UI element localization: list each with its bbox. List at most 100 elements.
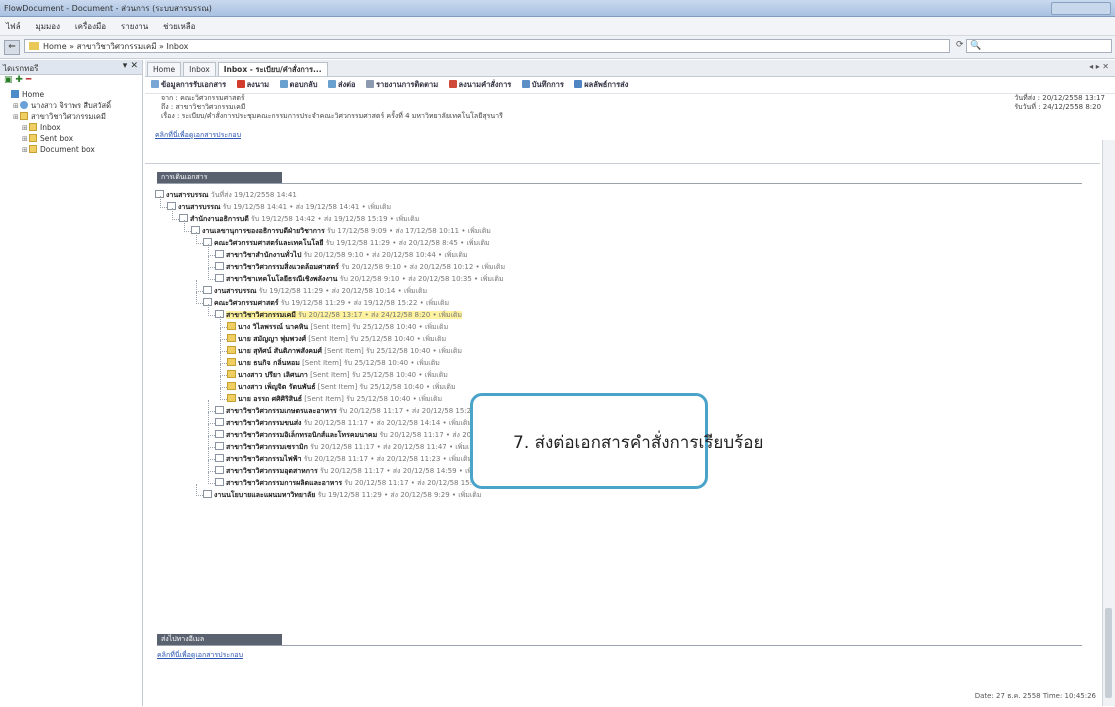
document-icon: [203, 490, 212, 498]
routing-meta: รับ 19/12/58 14:41 • ส่ง 19/12/58 14:41 …: [220, 203, 392, 211]
routing-meta: รับ 17/12/58 9:09 • ส่ง 17/12/58 10:11 •…: [324, 227, 491, 235]
status-date: Date: 27 ธ.ค. 2558 Time: 10:45:26: [974, 692, 1096, 700]
menu-view[interactable]: มุมมอง: [35, 20, 60, 33]
refresh-icon[interactable]: ⟳: [956, 40, 964, 50]
tab-inbox-document[interactable]: Inbox - ระเบียบ/คำสั่งการ...: [217, 62, 328, 76]
routing-row[interactable]: คณะวิศวกรรมศาสตร์ รับ 19/12/58 11:29 • ส…: [203, 298, 449, 309]
expand-icon[interactable]: ▣: [4, 75, 13, 85]
sidebar-item[interactable]: Home: [0, 89, 142, 100]
routing-row[interactable]: นาย สมัญญา พุ่มพวงศ์ [Sent Item] รับ 25/…: [227, 334, 446, 345]
tab-home[interactable]: Home: [147, 62, 182, 76]
sidebar-item[interactable]: ⊞ Sent box: [0, 133, 142, 144]
sidebar-item[interactable]: ⊞ Inbox: [0, 122, 142, 133]
routing-row[interactable]: สาขาวิชาวิศวกรรมอุตสาหการ รับ 20/12/58 1…: [215, 466, 488, 477]
routing-row[interactable]: สาขาวิชาวิศวกรรมขนส่ง รับ 20/12/58 11:17…: [215, 418, 472, 429]
menu-tools[interactable]: เครื่องมือ: [75, 20, 106, 33]
sidebar-item[interactable]: ⊞ Document box: [0, 144, 142, 155]
routing-row[interactable]: งานสารบรรณ รับ 19/12/58 14:41 • ส่ง 19/1…: [167, 202, 391, 213]
date-info: วันที่ส่ง : 20/12/2558 13:17 รับวันที่ :…: [1014, 94, 1105, 112]
routing-recipient: นางสาว ปรียา เลิศนภา: [238, 371, 308, 379]
routing-row[interactable]: สาขาวิชาวิศวกรรมสิ่งแวดล้อมศาสตร์ รับ 20…: [215, 262, 505, 273]
routing-row[interactable]: สาขาวิชาวิศวกรรมการผลิตและอาหาร รับ 20/1…: [215, 478, 513, 489]
routing-row[interactable]: คณะวิศวกรรมศาสตร์และเทคโนโลยี รับ 19/12/…: [203, 238, 490, 249]
tab-nav-icon[interactable]: ◂ ▸ ✕: [1089, 62, 1109, 71]
sidebar-tools: ▣ ✚ ━: [0, 75, 142, 89]
attachment-link[interactable]: คลิกที่นี่เพื่อดูเอกสารประกอบ: [145, 130, 1115, 140]
sidebar-item-label: Sent box: [40, 134, 74, 143]
tree-connector: [208, 460, 215, 472]
routing-recipient: คณะวิศวกรรมศาสตร์: [214, 299, 279, 307]
routing-meta: รับ 20/12/58 11:17 • ส่ง 20/12/58 14:59 …: [317, 467, 489, 475]
tree-connector: [184, 220, 191, 232]
menu-help[interactable]: ช่วยเหลือ: [163, 20, 195, 33]
back-button[interactable]: ⇐: [4, 40, 20, 55]
routing-row[interactable]: นางสาว เพ็ญจิต รัตนพันธ์ [Sent Item] รับ…: [227, 382, 456, 393]
expand-toggle-icon[interactable]: ⊞: [13, 112, 20, 123]
routing-recipient: สำนักงานอธิการบดี: [190, 215, 249, 223]
add-icon[interactable]: ✚: [15, 75, 23, 85]
routing-row[interactable]: นาย สุทัศน์ สันติภาพสังคมศ์ [Sent Item] …: [227, 346, 462, 357]
remove-icon[interactable]: ━: [26, 75, 31, 85]
routing-row[interactable]: งานเลขานุการของอธิการบดีฝ่ายวิชาการ รับ …: [191, 226, 491, 237]
routing-recipient: สาขาวิชาวิศวกรรมสิ่งแวดล้อมศาสตร์: [226, 263, 339, 271]
sidebar-close-icon[interactable]: ▾ ✕: [123, 61, 138, 71]
menu-file[interactable]: ไฟล์: [6, 20, 21, 33]
toolbar-record[interactable]: บันทึกการ: [521, 80, 564, 89]
routing-recipient: สาขาวิชาวิศวกรรมเกษตรและอาหาร: [226, 407, 337, 415]
routing-meta: รับ 20/12/58 11:17 • ส่ง 20/12/58 14:14 …: [301, 419, 473, 427]
sidebar-item[interactable]: ⊞ นางสาว จิราพร สืบสวัสดิ์: [0, 100, 142, 111]
routing-meta: รับ 20/12/58 13:17 • ส่ง 24/12/58 8:20 •…: [295, 311, 463, 319]
routing-row[interactable]: สาขาวิชาวิศวกรรมไฟฟ้า รับ 20/12/58 11:17…: [215, 454, 472, 465]
tab-inbox[interactable]: Inbox: [183, 62, 216, 76]
routing-recipient: งานสารบรรณ: [214, 287, 257, 295]
routing-row[interactable]: สาขาวิชาวิศวกรรมเซรามิก รับ 20/12/58 11:…: [215, 442, 478, 453]
vertical-scrollbar[interactable]: [1102, 140, 1115, 706]
sidebar-tree: Home ⊞ นางสาว จิราพร สืบสวัสดิ์ ⊞ สาขาวิชาวิ…: [0, 89, 142, 155]
tree-connector: [208, 424, 215, 436]
routing-row[interactable]: งานนโยบายและแผนมหาวิทยาลัย รับ 19/12/58 …: [203, 490, 481, 501]
toolbar-tracking-report[interactable]: รายงานการติดตาม: [365, 80, 438, 89]
routing-meta: รับ 19/12/58 11:29 • ส่ง 19/12/58 15:22 …: [278, 299, 450, 307]
toolbar-sign[interactable]: ลงนาม: [236, 80, 269, 89]
document-icon: [203, 286, 212, 294]
routing-meta: [Sent Item] รับ 25/12/58 10:40 • เพิ่มเต…: [306, 335, 447, 343]
tree-connector: [208, 244, 215, 256]
toolbar-reply[interactable]: ตอบกลับ: [279, 80, 318, 89]
from-line: จาก : คณะวิศวกรรมศาสตร์: [161, 94, 245, 102]
tree-connector: [208, 304, 215, 316]
menu-report[interactable]: รายงาน: [121, 20, 148, 33]
routing-recipient: นาย สมัญญา พุ่มพวงศ์: [238, 335, 307, 343]
toolbar-sign-order[interactable]: ลงนามคำสั่งการ: [448, 80, 511, 89]
toolbar-send-result[interactable]: ผลลัพธ์การส่ง: [574, 80, 628, 89]
home-icon: [11, 90, 19, 98]
routing-meta: [Sent Item] รับ 25/12/58 10:40 • เพิ่มเต…: [308, 323, 449, 331]
search-input[interactable]: 🔍: [966, 39, 1112, 53]
routing-meta: รับ 19/12/58 11:29 • ส่ง 20/12/58 9:29 •…: [315, 491, 482, 499]
routing-row[interactable]: สาขาวิชาวิศวกรรมเกษตรและอาหาร รับ 20/12/…: [215, 406, 507, 417]
toolbar-receive-info[interactable]: ข้อมูลการรับเอกสาร: [151, 80, 226, 89]
tree-connector: [208, 448, 215, 460]
routing-row[interactable]: งานสารบรรณ วันที่ส่ง 19/12/2558 14:41: [155, 190, 297, 201]
routing-recipient: สาขาวิชาวิศวกรรมการผลิตและอาหาร: [226, 479, 343, 487]
routing-row[interactable]: นางสาว ปรียา เลิศนภา [Sent Item] รับ 25/…: [227, 370, 448, 381]
toolbar-forward[interactable]: ส่งต่อ: [327, 80, 356, 89]
routing-row[interactable]: สาขาวิชาวิศวกรรมเคมี รับ 20/12/58 13:17 …: [215, 310, 463, 321]
address-field[interactable]: Home » สาขาวิชาวิศวกรรมเคมี » Inbox: [24, 39, 950, 53]
sidebar-item[interactable]: ⊞ สาขาวิชาวิศวกรรมเคมี: [0, 111, 142, 122]
expand-toggle-icon[interactable]: ⊞: [22, 145, 29, 156]
window-controls[interactable]: [1051, 2, 1111, 15]
routing-row[interactable]: งานสารบรรณ รับ 19/12/58 11:29 • ส่ง 20/1…: [203, 286, 427, 297]
status-bar: Date: 27 ธ.ค. 2558 Time: 10:45:26: [145, 689, 1100, 705]
tree-connector: [220, 376, 227, 388]
scrollbar-thumb[interactable]: [1105, 608, 1112, 698]
routing-row[interactable]: สำนักงานอธิการบดี รับ 19/12/58 14:42 • ส…: [179, 214, 419, 225]
routing-row[interactable]: สาขาวิชาสำนักงานทั่วไป รับ 20/12/58 9:10…: [215, 250, 468, 261]
routing-row[interactable]: สาขาวิชาเทคโนโลยีธรณีเชิงพลังงาน รับ 20/…: [215, 274, 504, 285]
routing-meta: [Sent Item] รับ 25/12/58 10:40 • เพิ่มเต…: [307, 371, 448, 379]
routing-row[interactable]: นาย อรรถ ศศิศิริสินธ์ [Sent Item] รับ 25…: [227, 394, 442, 405]
routing-recipient: งานนโยบายและแผนมหาวิทยาลัย: [214, 491, 316, 499]
routing-row[interactable]: นาย ธนกิจ กลิ่นหอม [Sent Item] รับ 25/12…: [227, 358, 440, 369]
attachment-link-bottom[interactable]: คลิกที่นี่เพื่อดูเอกสารประกอบ: [157, 650, 243, 661]
annotation-callout: 7. ส่งต่อเอกสารคำสั่งการเรียบร้อย: [470, 393, 763, 489]
routing-row[interactable]: นาง วิไลพรรณ์ นาคหิน [Sent Item] รับ 25/…: [227, 322, 448, 333]
